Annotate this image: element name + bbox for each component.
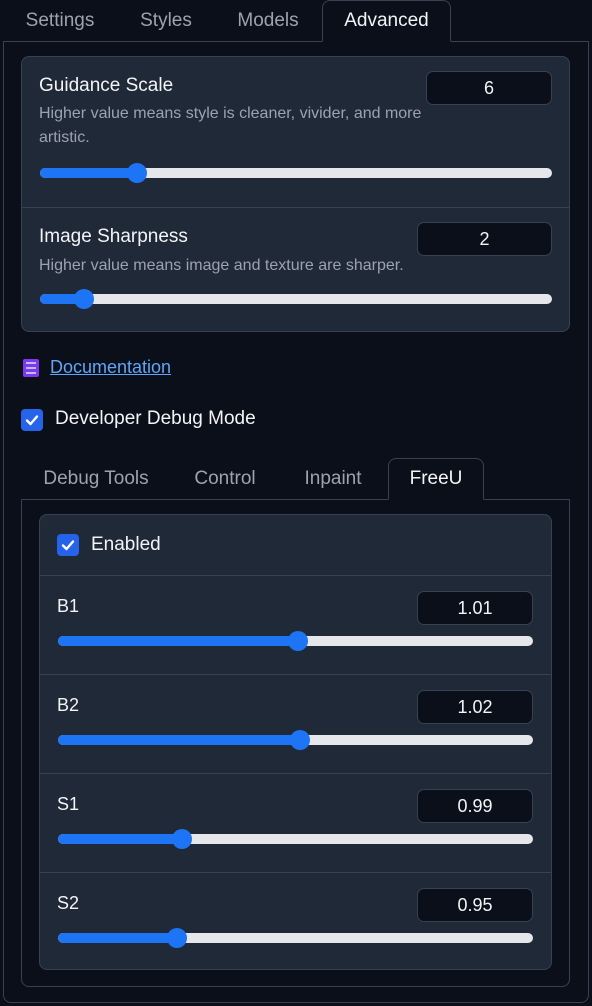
guidance-scale-row: Guidance Scale 6 Higher value means styl… [22, 57, 569, 207]
tab-advanced[interactable]: Advanced [322, 0, 451, 42]
slider-thumb[interactable] [290, 730, 311, 750]
b1-input[interactable]: 1.01 [417, 591, 533, 625]
freeu-enabled-row: Enabled [40, 515, 551, 575]
tab-settings[interactable]: Settings [10, 0, 110, 42]
documentation-link[interactable]: Documentation [22, 357, 171, 378]
slider-fill [58, 735, 301, 745]
tab-models[interactable]: Models [222, 0, 314, 42]
image-sharpness-input[interactable]: 2 [417, 222, 552, 256]
slider-track [40, 168, 552, 178]
tab-control[interactable]: Control [173, 458, 277, 500]
s2-slider[interactable] [58, 928, 533, 948]
s1-label: S1 [57, 794, 80, 814]
slider-track [40, 294, 552, 304]
s2-label: S2 [57, 893, 80, 913]
freeu-settings-block: Enabled B1 1.01 B2 1.02 S1 0.99 S2 0.95 [39, 514, 552, 970]
slider-thumb[interactable] [287, 631, 308, 651]
freeu-enabled-checkbox[interactable] [57, 534, 79, 556]
freeu-s1-row: S1 0.99 [40, 773, 551, 872]
image-sharpness-description: Higher value means image and texture are… [39, 257, 404, 274]
b2-input[interactable]: 1.02 [417, 690, 533, 724]
checkmark-icon [25, 415, 39, 426]
slider-thumb[interactable] [127, 163, 148, 183]
slider-fill [40, 168, 138, 178]
tab-inpaint[interactable]: Inpaint [288, 458, 378, 500]
slider-track [58, 933, 533, 943]
b1-slider[interactable] [58, 631, 533, 651]
tab-debug-tools[interactable]: Debug Tools [33, 458, 159, 500]
documentation-label[interactable]: Documentation [50, 357, 171, 378]
tab-freeu[interactable]: FreeU [388, 458, 484, 500]
notebook-icon [22, 358, 40, 378]
quality-settings-block: Guidance Scale 6 Higher value means styl… [21, 56, 570, 332]
image-sharpness-label: Image Sharpness [39, 226, 188, 247]
s1-slider[interactable] [58, 829, 533, 849]
freeu-b1-row: B1 1.01 [40, 575, 551, 674]
s1-input[interactable]: 0.99 [417, 789, 533, 823]
guidance-scale-input[interactable]: 6 [426, 71, 552, 105]
slider-thumb[interactable] [73, 289, 94, 309]
debug-tab-bar: Debug Tools Control Inpaint FreeU [21, 458, 570, 500]
slider-fill [58, 933, 177, 943]
top-tab-bar: Settings Styles Models Advanced [0, 0, 592, 42]
b2-label: B2 [57, 695, 80, 715]
freeu-s2-row: S2 0.95 [40, 872, 551, 969]
b1-label: B1 [57, 596, 80, 616]
b2-slider[interactable] [58, 730, 533, 750]
guidance-scale-label: Guidance Scale [39, 75, 174, 96]
image-sharpness-slider[interactable] [40, 289, 552, 309]
slider-track [58, 834, 533, 844]
image-sharpness-row: Image Sharpness 2 Higher value means ima… [22, 207, 569, 331]
s2-input[interactable]: 0.95 [417, 888, 533, 922]
checkmark-icon [61, 540, 75, 551]
debug-mode-label: Developer Debug Mode [55, 408, 256, 429]
tab-styles[interactable]: Styles [120, 0, 212, 42]
freeu-b2-row: B2 1.02 [40, 674, 551, 773]
debug-mode-checkbox[interactable] [21, 409, 43, 431]
guidance-scale-description: Higher value means style is cleaner, viv… [39, 105, 422, 146]
freeu-enabled-label: Enabled [91, 534, 161, 555]
slider-thumb[interactable] [171, 829, 192, 849]
slider-fill [58, 834, 182, 844]
slider-thumb[interactable] [166, 928, 187, 948]
guidance-scale-slider[interactable] [40, 163, 552, 183]
slider-fill [58, 636, 298, 646]
